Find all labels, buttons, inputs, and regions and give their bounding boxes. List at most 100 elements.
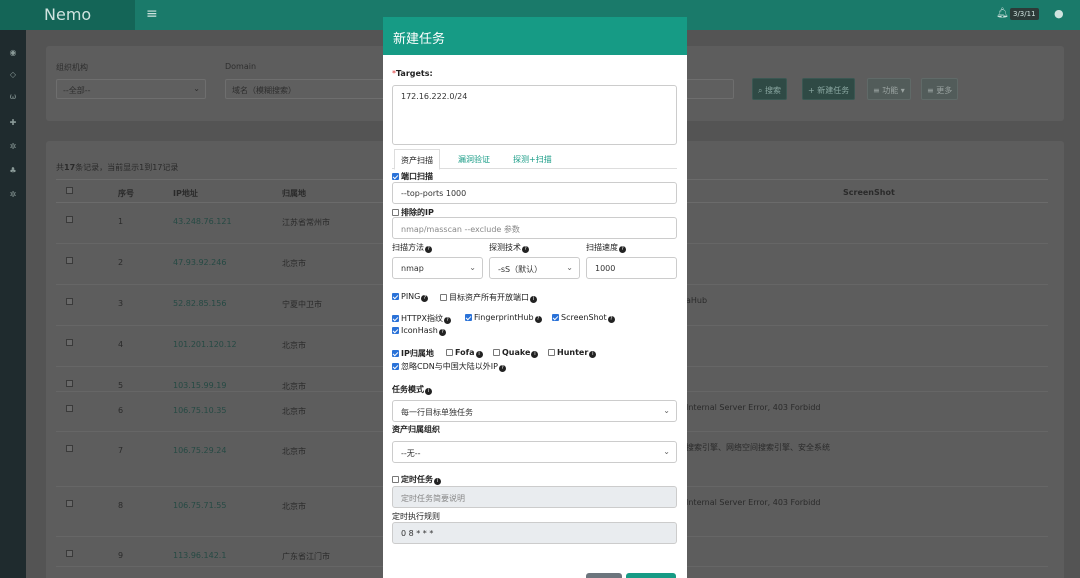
iconhash-checkbox[interactable]: IconHash? — [392, 326, 446, 336]
row-index: 1 — [118, 217, 124, 226]
org-label: 组织机构 — [56, 63, 88, 72]
screenshot-checkbox[interactable]: ScreenShot? — [552, 313, 615, 323]
header-index[interactable]: 序号 — [118, 188, 134, 199]
select-all-checkbox[interactable] — [66, 187, 73, 194]
row-checkbox[interactable] — [66, 500, 73, 507]
tab-vuln-verify[interactable]: 漏洞验证 — [452, 151, 496, 168]
users-icon[interactable]: ♣ — [6, 166, 20, 175]
row-ip-link[interactable]: 47.93.92.246 — [173, 258, 226, 267]
domain-label: Domain — [225, 62, 257, 71]
org-select[interactable]: --全部-- ⌄ — [56, 79, 206, 99]
cancel-button[interactable] — [586, 573, 622, 578]
help-icon: ? — [522, 246, 529, 253]
task-mode-select[interactable]: 每一行目标单独任务 ⌄ — [392, 400, 677, 422]
help-icon: ? — [421, 295, 429, 302]
hamburger-icon[interactable]: ≡ — [146, 6, 158, 22]
tab-asset-scan[interactable]: 资产扫描 — [394, 149, 440, 170]
more-button[interactable]: ≡ 更多 — [921, 78, 959, 100]
row-checkbox[interactable] — [66, 405, 73, 412]
scheduled-desc-input[interactable]: 定时任务简要说明 — [392, 486, 677, 508]
scheduled-task-checkbox[interactable]: 定时任务 i — [392, 474, 441, 485]
ping-checkbox[interactable]: PING? — [392, 292, 429, 302]
port-scan-checkbox[interactable]: 端口扫描 — [392, 171, 433, 182]
help-icon: ? — [438, 329, 446, 336]
settings-icon[interactable]: ✲ — [6, 190, 20, 199]
help-icon: ? — [443, 317, 451, 324]
row-index: 8 — [118, 501, 124, 510]
all-ports-checkbox[interactable]: 目标资产所有开放端口 i — [440, 292, 537, 303]
scan-speed-input[interactable]: 1000 — [586, 257, 677, 279]
row-index: 6 — [118, 406, 124, 415]
notification-badge[interactable]: 3/3/11 — [1010, 8, 1039, 20]
scan-method-label: 扫描方法? — [392, 242, 432, 253]
row-location: 北京市 — [282, 382, 306, 391]
row-checkbox[interactable] — [66, 339, 73, 346]
hunter-checkbox[interactable]: Hunter i — [548, 348, 597, 358]
functions-button[interactable]: ≡ 功能 ▾ — [867, 78, 911, 100]
help-icon: ? — [498, 365, 506, 372]
domain-input[interactable]: 域名（模糊搜索） — [225, 79, 385, 99]
probe-tech-label: 探测技术? — [489, 242, 529, 253]
scan-method-select[interactable]: nmap ⌄ — [392, 257, 483, 279]
share-icon[interactable]: ◇ — [6, 70, 20, 79]
row-checkbox[interactable] — [66, 216, 73, 223]
tab-probe-scan[interactable]: 探测+扫描 — [507, 151, 558, 168]
row-checkbox[interactable] — [66, 550, 73, 557]
row-index: 7 — [118, 446, 124, 455]
cron-input[interactable]: 0 8 * * * — [392, 522, 677, 544]
probe-tech-select[interactable]: -sS（默认） ⌄ — [489, 257, 580, 279]
row-location: 广东省江门市 — [282, 552, 330, 561]
search-icon: ⌕ — [758, 86, 766, 95]
row-checkbox[interactable] — [66, 380, 73, 387]
row-index: 2 — [118, 258, 124, 267]
info-icon: i — [589, 351, 597, 358]
row-checkbox[interactable] — [66, 445, 73, 452]
ip-location-checkbox[interactable]: IP归属地 — [392, 348, 434, 359]
port-scan-input[interactable]: --top-ports 1000 — [392, 182, 677, 204]
httpx-checkbox[interactable]: HTTPX指纹? — [392, 313, 451, 324]
row-ip-link[interactable]: 101.201.120.12 — [173, 340, 237, 349]
brand-logo[interactable]: Nemo — [0, 0, 135, 30]
header-location[interactable]: 归属地 — [282, 188, 306, 199]
plus-icon[interactable]: ✚ — [6, 118, 20, 127]
row-checkbox[interactable] — [66, 298, 73, 305]
fofa-checkbox[interactable]: Fofa i — [446, 348, 483, 358]
row-index: 3 — [118, 299, 124, 308]
row-index: 4 — [118, 340, 124, 349]
row-index: 9 — [118, 551, 124, 560]
row-info: aHub — [686, 296, 708, 305]
row-ip-link[interactable]: 106.75.10.35 — [173, 406, 226, 415]
fingerprinthub-checkbox[interactable]: FingerprintHub? — [465, 313, 542, 323]
keyword-input[interactable] — [686, 79, 734, 99]
chevron-down-icon: ⌄ — [663, 447, 670, 456]
web-icon[interactable]: ω — [6, 92, 20, 101]
row-location: 北京市 — [282, 341, 306, 350]
ignore-cdn-checkbox[interactable]: 忽略CDN与中国大陆以外IP? — [392, 361, 506, 372]
header-ip[interactable]: IP地址 — [173, 188, 198, 199]
targets-label: *Targets: — [392, 69, 433, 78]
dashboard-icon[interactable]: ◉ — [6, 48, 20, 57]
row-checkbox[interactable] — [66, 257, 73, 264]
row-location: 北京市 — [282, 447, 306, 456]
row-ip-link[interactable]: 103.15.99.19 — [173, 381, 226, 390]
new-task-button[interactable]: + 新建任务 — [802, 78, 856, 100]
row-location: 北京市 — [282, 502, 306, 511]
gear-icon[interactable]: ✲ — [6, 142, 20, 151]
submit-button[interactable] — [626, 573, 676, 578]
header-screenshot[interactable]: ScreenShot — [843, 188, 895, 197]
asset-org-select[interactable]: --无-- ⌄ — [392, 441, 677, 463]
quake-checkbox[interactable]: Quake i — [493, 348, 539, 358]
row-location: 北京市 — [282, 407, 306, 416]
search-button[interactable]: ⌕ 搜索 — [752, 78, 788, 100]
bell-icon[interactable]: 🔔︎ — [996, 8, 1009, 19]
row-ip-link[interactable]: 113.96.142.1 — [173, 551, 226, 560]
exclude-ip-input[interactable]: nmap/masscan --exclude 参数 — [392, 217, 677, 239]
row-ip-link[interactable]: 52.82.85.156 — [173, 299, 226, 308]
row-ip-link[interactable]: 106.75.29.24 — [173, 446, 226, 455]
targets-textarea[interactable]: 172.16.222.0/24 — [392, 85, 677, 145]
list-icon: ≡ — [873, 86, 883, 95]
row-ip-link[interactable]: 106.75.71.55 — [173, 501, 226, 510]
row-ip-link[interactable]: 43.248.76.121 — [173, 217, 232, 226]
info-icon: i — [434, 478, 441, 485]
user-icon[interactable]: ● — [1054, 7, 1064, 20]
